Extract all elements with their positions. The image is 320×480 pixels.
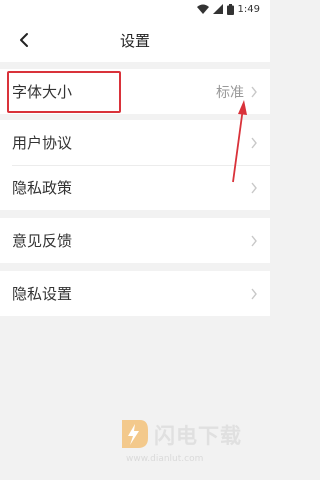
battery-icon xyxy=(226,3,234,15)
page-header: 设置 xyxy=(0,18,270,62)
chevron-right-icon xyxy=(250,288,258,300)
font-size-label: 字体大小 xyxy=(12,83,73,101)
privacy-settings-label: 隐私设置 xyxy=(12,285,73,303)
user-agreement-label: 用户协议 xyxy=(12,134,73,152)
settings-group-legal: 用户协议 隐私政策 xyxy=(0,120,270,210)
privacy-policy-label: 隐私政策 xyxy=(12,179,73,197)
watermark-url: www.dianlut.com xyxy=(126,454,204,464)
back-button[interactable] xyxy=(12,28,36,52)
chevron-right-icon xyxy=(250,137,258,149)
settings-group-display: 字体大小 标准 xyxy=(0,69,270,114)
chevron-right-icon xyxy=(250,182,258,194)
lightning-logo-icon xyxy=(122,420,148,448)
settings-group-feedback: 意见反馈 xyxy=(0,218,270,263)
chevron-right-icon xyxy=(250,86,258,98)
font-size-value: 标准 xyxy=(216,84,244,101)
privacy-policy-row[interactable]: 隐私政策 xyxy=(0,165,270,210)
font-size-row[interactable]: 字体大小 标准 xyxy=(0,69,270,114)
chevron-left-icon xyxy=(20,33,28,47)
status-bar: 1:49 xyxy=(0,0,270,18)
watermark: 闪电下载 www.dianlut.com xyxy=(118,418,266,468)
feedback-row[interactable]: 意见反馈 xyxy=(0,218,270,263)
settings-group-privacy: 隐私设置 xyxy=(0,271,270,316)
watermark-brand: 闪电下载 xyxy=(154,424,242,448)
user-agreement-row[interactable]: 用户协议 xyxy=(0,120,270,165)
status-time: 1:49 xyxy=(237,3,260,15)
feedback-label: 意见反馈 xyxy=(12,232,73,250)
wifi-icon xyxy=(196,4,209,14)
privacy-settings-row[interactable]: 隐私设置 xyxy=(0,271,270,316)
signal-icon xyxy=(212,4,223,14)
chevron-right-icon xyxy=(250,235,258,247)
page-title: 设置 xyxy=(119,31,150,50)
